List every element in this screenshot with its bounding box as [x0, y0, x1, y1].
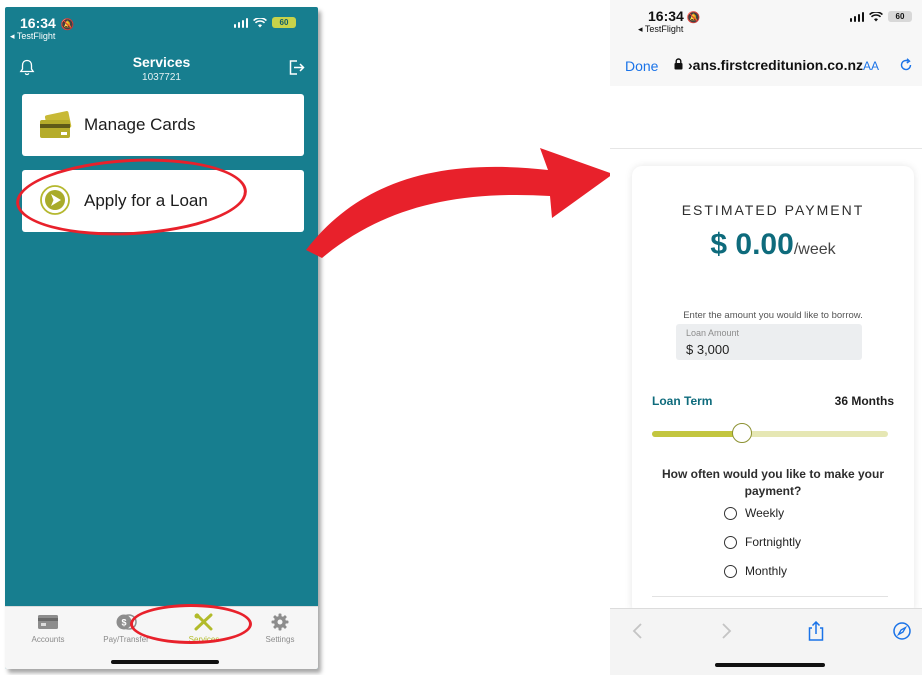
silent-icon: 🔕 [57, 19, 75, 31]
radio-fortnightly[interactable]: Fortnightly [724, 535, 801, 549]
tab-accounts[interactable]: Accounts [9, 613, 87, 644]
home-indicator [715, 663, 825, 667]
comparison-screenshot: 16:34 🔕 ◂ TestFlight 60 Services 1037721… [0, 0, 922, 675]
wifi-icon [253, 17, 267, 27]
signal-icon [849, 11, 864, 22]
radio-monthly[interactable]: Monthly [724, 564, 787, 578]
arrow-icon [306, 148, 613, 258]
browser-address-bar: Done ›ans.firstcreditunion.co.nz AA [610, 48, 922, 84]
manage-cards-label: Manage Cards [84, 115, 196, 134]
radio-button[interactable] [724, 535, 737, 549]
signal-icon [233, 17, 248, 28]
settings-icon [271, 613, 289, 631]
url-display[interactable]: ›ans.firstcreditunion.co.nz [688, 57, 863, 73]
estimated-payment-amount: $ 0.00 [710, 228, 794, 261]
tab-accounts-label: Accounts [31, 635, 65, 644]
radio-monthly-label: Monthly [745, 564, 788, 578]
services-app-screen: 16:34 🔕 ◂ TestFlight 60 Services 1037721… [5, 7, 318, 669]
done-button[interactable]: Done [625, 58, 658, 74]
slider-fill [652, 431, 742, 437]
loan-calculator-card: ESTIMATED PAYMENT $ 0.00/week Enter the … [632, 166, 914, 616]
back-to-app-link[interactable]: ◂ TestFlight [10, 31, 55, 42]
reload-icon[interactable] [899, 58, 913, 72]
svg-text:$: $ [121, 618, 126, 628]
highlight-circle [14, 153, 249, 241]
browser-toolbar [610, 608, 922, 675]
loan-term-label: Loan Term [652, 394, 713, 408]
lock-icon [674, 58, 683, 70]
back-app-label: TestFlight [644, 24, 684, 34]
radio-weekly-label: Weekly [745, 506, 785, 520]
borrow-prompt: Enter the amount you would like to borro… [683, 310, 863, 321]
back-to-app-link[interactable]: ◂ TestFlight [638, 24, 683, 35]
wifi-icon [869, 11, 883, 21]
divider [652, 596, 888, 597]
member-number: 1037721 [142, 72, 181, 83]
tab-settings[interactable]: Settings [241, 613, 318, 644]
loan-amount-input[interactable]: Loan Amount $ 3,000 [676, 324, 862, 360]
text-size-button[interactable]: AA [863, 59, 879, 73]
battery-indicator: 60 [888, 11, 912, 22]
page-title: Services [132, 54, 191, 70]
status-time: 16:34 [648, 8, 684, 24]
loan-calculator-browser: 16:34 🔕 ◂ TestFlight 60 Done ›ans.firstc… [610, 0, 922, 675]
slider-thumb[interactable] [731, 423, 752, 443]
silent-icon: 🔕 [683, 12, 701, 24]
radio-button[interactable] [724, 564, 737, 578]
loan-amount-value: $ 3,000 [686, 342, 730, 357]
radio-button[interactable] [724, 506, 737, 520]
status-bar: 16:34 🔕 ◂ TestFlight 60 [610, 0, 922, 42]
logout-icon[interactable] [288, 59, 305, 76]
compass-icon[interactable] [892, 621, 912, 641]
divider [610, 148, 922, 149]
tab-settings-label: Settings [265, 635, 295, 644]
status-bar: 16:34 🔕 ◂ TestFlight 60 [5, 7, 318, 49]
status-time: 16:34 [20, 15, 56, 31]
tab-pay-label: Pay/Transfer [103, 635, 149, 644]
loan-term-slider[interactable] [652, 423, 888, 443]
radio-weekly[interactable]: Weekly [724, 506, 784, 520]
tab-bar: Accounts $ Pay/Transfer Services Setting… [5, 604, 318, 669]
payment-frequency-question: How often would you like to make your pa… [661, 467, 885, 498]
highlight-circle [130, 604, 252, 644]
home-indicator [111, 660, 219, 664]
loan-amount-placeholder: Loan Amount [686, 328, 740, 338]
estimated-payment-unit: /week [793, 241, 836, 258]
accounts-icon [38, 615, 58, 629]
share-icon[interactable] [806, 621, 826, 641]
estimated-payment-label: ESTIMATED PAYMENT [681, 202, 865, 218]
radio-fortnightly-label: Fortnightly [745, 535, 802, 549]
apply-loan-button[interactable]: Apply for a Loan [14, 153, 304, 241]
battery-indicator: 60 [272, 17, 296, 28]
forward-icon[interactable] [716, 621, 736, 641]
web-content: ESTIMATED PAYMENT $ 0.00/week Enter the … [610, 86, 922, 616]
card-icon [40, 111, 72, 138]
back-icon[interactable] [628, 621, 648, 641]
manage-cards-button[interactable]: Manage Cards [22, 94, 304, 156]
back-app-label: TestFlight [16, 31, 56, 41]
loan-term-value: 36 Months [834, 394, 894, 408]
